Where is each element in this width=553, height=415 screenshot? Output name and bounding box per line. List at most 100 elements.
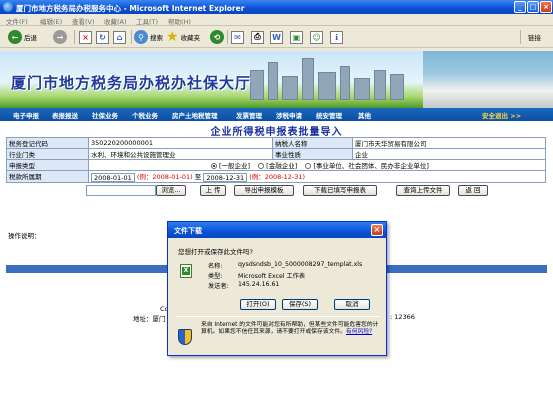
search-label: 搜索 — [150, 34, 163, 42]
building-image — [390, 74, 404, 100]
links-label: 链接 — [528, 34, 541, 42]
building-image — [250, 70, 264, 100]
period-start-hint: (例：2008-01-01) — [136, 173, 193, 181]
menu-file[interactable]: 文件(F) — [6, 16, 28, 26]
period-label: 税款所属期 — [6, 170, 89, 183]
option-financial-enterprise: [金融企业] — [266, 162, 298, 170]
banner-title: 厦门市地方税务局办税办社保大厅 — [11, 74, 252, 92]
ie-logo-icon — [3, 2, 13, 12]
nav-item-other[interactable]: 其他 — [358, 110, 371, 120]
dialog-title: 文件下载 — [174, 227, 202, 235]
maximize-button[interactable]: □ — [527, 1, 539, 13]
city-photo — [423, 51, 553, 108]
nav-item-report-submit[interactable]: 表报报送 — [52, 110, 78, 120]
option-public-institution: [事业单位、社会团体、民办非企业单位] — [313, 162, 429, 170]
footer-address: 地址：厦门 — [133, 315, 166, 323]
cancel-button[interactable]: 取消 — [334, 299, 370, 310]
type-label: 类型: — [208, 273, 223, 280]
research-button[interactable]: ℹ — [330, 29, 343, 45]
browse-button[interactable]: 浏览... — [156, 185, 186, 196]
back-button[interactable]: ← 后退 — [8, 29, 37, 45]
print-icon: ⎙ — [251, 30, 264, 44]
export-filled-button[interactable]: 下载已填写申报表 — [303, 185, 377, 196]
radio-general-enterprise[interactable] — [211, 163, 217, 169]
minimize-button[interactable]: _ — [514, 1, 526, 13]
safe-exit-link[interactable]: 安全退出 >> — [482, 110, 521, 120]
stop-button[interactable]: × — [79, 29, 92, 45]
nav-item-security[interactable]: 统安管理 — [316, 110, 342, 120]
messenger-button[interactable]: ☺ — [310, 29, 323, 45]
excel-file-icon — [180, 264, 192, 278]
nav-item-personal-tax[interactable]: 个税业务 — [132, 110, 158, 120]
window-titlebar: 厦门市地方税务局办税服务中心 - Microsoft Internet Expl… — [0, 0, 553, 14]
mail-icon: ✉ — [231, 30, 244, 44]
risk-link[interactable]: 有何风险? — [346, 329, 372, 335]
messenger-icon: ☺ — [310, 30, 323, 44]
upload-button[interactable]: 上 传 — [200, 185, 226, 196]
radio-financial-enterprise[interactable] — [258, 163, 265, 169]
industry-label: 行业门类 — [6, 148, 89, 160]
site-banner: 厦门市地方税务局办税办社保大厅 — [0, 51, 553, 108]
home-button[interactable]: ⌂ — [113, 29, 126, 45]
period-to-text: 至 — [194, 173, 202, 181]
back-label: 后退 — [24, 34, 37, 42]
period-end-input[interactable]: 2008-12-31 — [203, 172, 248, 182]
decl-type-label: 申报类型 — [6, 159, 89, 171]
back-button[interactable]: 返 回 — [458, 185, 488, 196]
building-image — [354, 78, 370, 100]
dialog-warning: 来自 Internet 的文件可能对您有所帮助，但某些文件可能危害您的计算机。如… — [201, 322, 383, 336]
footer-phone: : 12366 — [390, 313, 415, 321]
mail-button[interactable]: ✉ — [231, 29, 244, 45]
sender-label: 发送者: — [208, 283, 229, 290]
building-image — [302, 58, 314, 100]
main-nav: 电子申报 表报报送 社保业务 个税业务 房产土地税管理 发票管理 涉税申请 统安… — [0, 108, 553, 121]
nav-item-social-security[interactable]: 社保业务 — [92, 110, 118, 120]
period-start-input[interactable]: 2008-01-01 — [91, 172, 135, 182]
page-title: 企业所得税申报表批量导入 — [210, 127, 343, 138]
forward-button[interactable]: → — [53, 29, 67, 45]
nav-item-invoice[interactable]: 发票管理 — [236, 110, 262, 120]
menu-favorites[interactable]: 收藏(A) — [104, 16, 127, 26]
stop-icon: × — [79, 30, 92, 44]
favorites-button[interactable]: ★ 收藏夹 — [166, 29, 200, 45]
links-button[interactable]: 链接 — [526, 29, 541, 45]
print-button[interactable]: ⎙ — [251, 29, 264, 45]
dialog-question: 您想打开或保存此文件吗? — [178, 248, 253, 256]
dialog-close-button[interactable]: × — [371, 224, 383, 236]
refresh-button[interactable]: ↻ — [96, 29, 109, 45]
history-button[interactable]: ⟲ — [210, 29, 224, 45]
collection-label: 事业性质 — [272, 148, 353, 160]
dialog-titlebar: 文件下载 × — [168, 222, 386, 238]
close-window-button[interactable]: × — [540, 1, 552, 13]
menu-tools[interactable]: 工具(T) — [136, 16, 158, 26]
radio-public-institution[interactable] — [305, 163, 312, 169]
period-end-hint: (例：2008-12-31) — [249, 173, 306, 181]
tax-reg-label: 税务登记代码 — [6, 137, 89, 149]
name-value: qysdsndsb_10_5000008297_templat.xls — [238, 261, 363, 268]
export-template-button[interactable]: 导出申报模板 — [234, 185, 294, 196]
file-path-input[interactable] — [86, 185, 156, 196]
save-button[interactable]: 保存(S) — [282, 299, 318, 310]
search-button[interactable]: ⚲ 搜索 — [134, 29, 163, 45]
search-icon: ⚲ — [134, 30, 148, 44]
menu-view[interactable]: 查看(V) — [72, 16, 95, 26]
nav-item-e-declare[interactable]: 电子申报 — [13, 110, 39, 120]
collection-value: 企业 — [352, 148, 546, 160]
tax-reg-value: 350220200000001 — [88, 137, 273, 149]
industry-value: 水利、环境和公共设施管理业 — [88, 148, 273, 160]
home-icon: ⌂ — [113, 30, 126, 44]
discuss-icon: ▣ — [290, 30, 303, 44]
security-shield-icon — [178, 329, 192, 345]
query-upload-button[interactable]: 查询上传文件 — [396, 185, 450, 196]
operation-label: 操作说明： — [8, 232, 41, 240]
discuss-button[interactable]: ▣ — [290, 29, 303, 45]
edit-button[interactable]: W — [270, 29, 283, 45]
refresh-icon: ↻ — [96, 30, 109, 44]
nav-item-tax-apply[interactable]: 涉税申请 — [276, 110, 302, 120]
nav-item-property-tax[interactable]: 房产土地税管理 — [172, 110, 218, 120]
menu-help[interactable]: 帮助(H) — [168, 16, 191, 26]
open-button[interactable]: 打开(O) — [240, 299, 276, 310]
dialog-divider — [176, 316, 380, 317]
menu-edit[interactable]: 编辑(E) — [40, 16, 62, 26]
edit-icon: W — [270, 30, 283, 44]
